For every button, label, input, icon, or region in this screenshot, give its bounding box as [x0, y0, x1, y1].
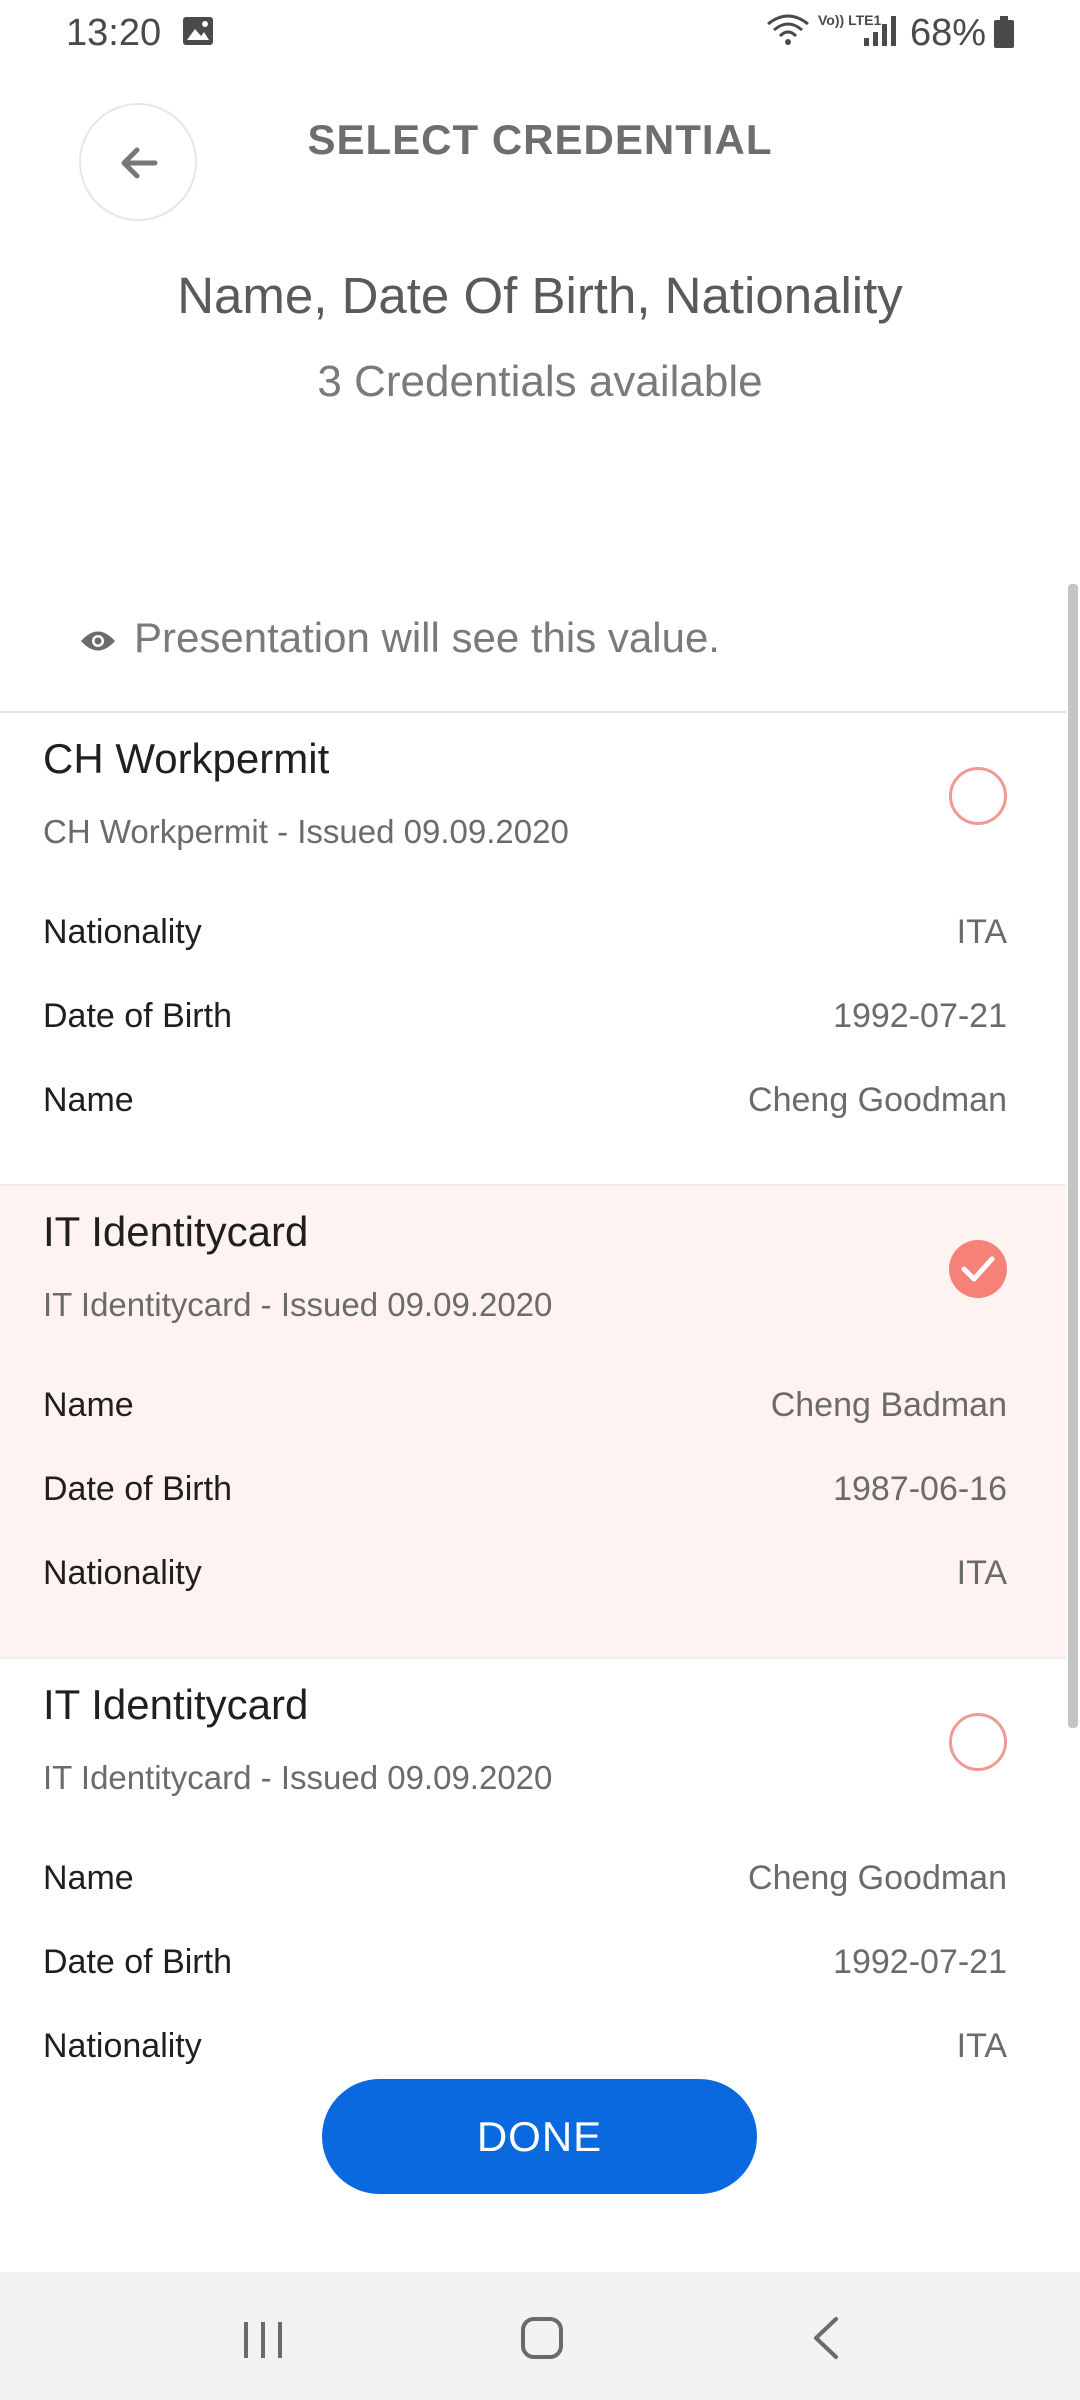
credential-field: Nationality ITA — [43, 1554, 1007, 1604]
wifi-icon — [767, 14, 809, 45]
credential-card[interactable]: CH Workpermit CH Workpermit - Issued 09.… — [0, 713, 1066, 1186]
signal-icon — [864, 16, 896, 46]
system-nav-bar — [0, 2272, 1080, 2400]
field-value: Cheng Goodman — [748, 1859, 1007, 1897]
credential-subtitle: IT Identitycard - Issued 09.09.2020 — [43, 1759, 553, 1796]
recent-apps-icon[interactable] — [240, 2320, 286, 2360]
status-bar: 13:20 Vo)) LTE1 68% — [0, 0, 1080, 70]
field-value: Cheng Goodman — [748, 1081, 1007, 1119]
check-icon — [961, 1256, 995, 1282]
credential-subtitle: CH Workpermit - Issued 09.09.2020 — [43, 813, 569, 850]
credential-field: Date of Birth 1987-06-16 — [43, 1470, 1007, 1520]
page-title: SELECT CREDENTIAL — [307, 116, 773, 163]
field-value: 1992-07-21 — [833, 1943, 1007, 1981]
field-value: 1987-06-16 — [833, 1470, 1007, 1508]
battery-percent: 68% — [910, 12, 987, 54]
field-label: Name — [43, 1859, 134, 1897]
credential-field: Name Cheng Badman — [43, 1386, 1007, 1436]
credential-title: CH Workpermit — [43, 735, 330, 782]
done-button[interactable]: DONE — [322, 2079, 757, 2194]
field-label: Name — [43, 1386, 134, 1424]
field-label: Nationality — [43, 913, 202, 951]
home-icon[interactable] — [520, 2316, 564, 2360]
field-label: Date of Birth — [43, 997, 232, 1035]
notice-text: Presentation will see this value. — [134, 614, 720, 661]
credential-field: Name Cheng Goodman — [43, 1081, 1007, 1131]
credentials-count: 3 Credentials available — [317, 357, 763, 406]
status-time: 13:20 — [66, 12, 162, 54]
field-value: 1992-07-21 — [833, 997, 1007, 1035]
credential-card[interactable]: IT Identitycard IT Identitycard - Issued… — [0, 1659, 1066, 2132]
credential-field: Nationality ITA — [43, 2027, 1007, 2077]
field-label: Nationality — [43, 1554, 202, 1592]
chevron-left-icon[interactable] — [810, 2316, 840, 2360]
credential-radio-checked[interactable] — [949, 1240, 1007, 1298]
scrollbar[interactable] — [1068, 584, 1078, 1728]
arrow-left-icon — [121, 147, 158, 179]
credential-field: Date of Birth 1992-07-21 — [43, 1943, 1007, 1993]
field-value: ITA — [956, 2027, 1007, 2065]
eye-icon — [81, 631, 115, 651]
field-value: ITA — [956, 1554, 1007, 1592]
credential-radio[interactable] — [949, 1713, 1007, 1771]
field-label: Name — [43, 1081, 134, 1119]
credential-subtitle: IT Identitycard - Issued 09.09.2020 — [43, 1286, 553, 1323]
battery-icon — [994, 16, 1014, 48]
back-button[interactable] — [79, 103, 197, 221]
credential-card-selected[interactable]: IT Identitycard IT Identitycard - Issued… — [0, 1186, 1066, 1659]
requested-attributes: Name, Date Of Birth, Nationality — [177, 267, 903, 324]
credential-field: Date of Birth 1992-07-21 — [43, 997, 1007, 1047]
field-label: Date of Birth — [43, 1943, 232, 1981]
gallery-notification-icon — [183, 17, 213, 45]
credential-title: IT Identitycard — [43, 1681, 309, 1728]
field-value: Cheng Badman — [770, 1386, 1007, 1424]
credential-radio[interactable] — [949, 767, 1007, 825]
field-label: Nationality — [43, 2027, 202, 2065]
field-value: ITA — [956, 913, 1007, 951]
field-label: Date of Birth — [43, 1470, 232, 1508]
credential-field: Nationality ITA — [43, 913, 1007, 963]
credential-field: Name Cheng Goodman — [43, 1859, 1007, 1909]
credential-title: IT Identitycard — [43, 1208, 309, 1255]
